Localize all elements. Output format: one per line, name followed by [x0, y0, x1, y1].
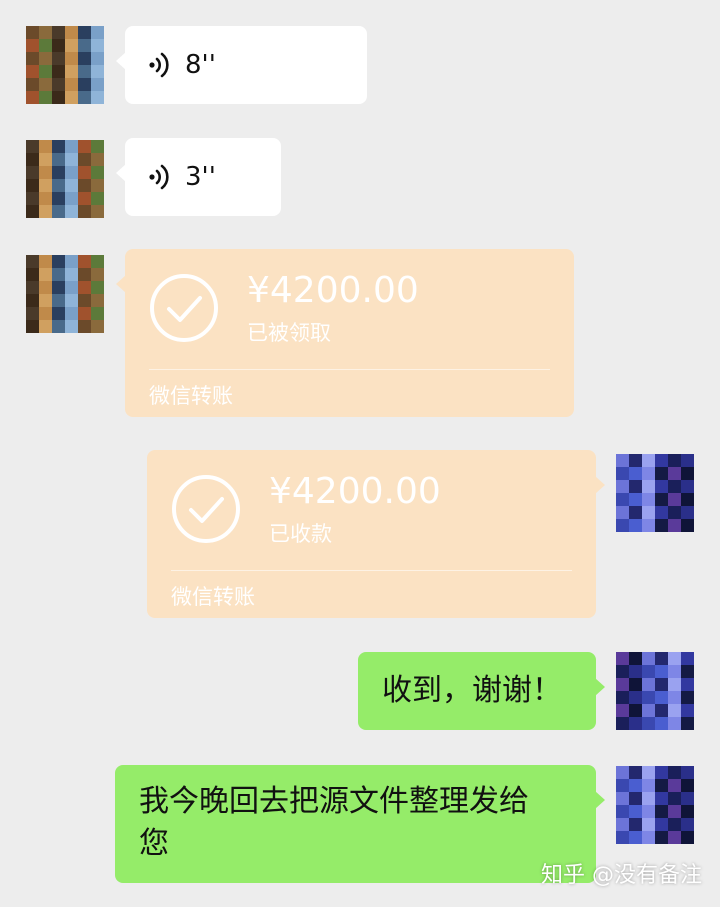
text-message[interactable]: 我今晚回去把源文件整理发给 您 — [115, 765, 605, 883]
contact-avatar[interactable] — [26, 140, 104, 218]
contact-avatar[interactable] — [26, 255, 104, 333]
transfer-label: 微信转账 — [149, 384, 233, 408]
text-message[interactable]: 收到，谢谢！ — [358, 652, 605, 730]
check-circle-icon — [150, 274, 218, 342]
divider — [149, 369, 550, 370]
transfer-status: 已被领取 — [247, 321, 331, 345]
self-avatar[interactable] — [616, 652, 694, 730]
message-text-line: 我今晚回去把源文件整理发给 — [139, 784, 529, 819]
self-avatar[interactable] — [616, 454, 694, 532]
transfer-label: 微信转账 — [171, 585, 255, 609]
transfer-card[interactable]: ¥4200.00 已被领取 微信转账 — [116, 249, 574, 417]
message-text-line: 您 — [139, 826, 169, 861]
transfer-amount: ¥4200.00 — [247, 270, 419, 311]
voice-duration: 3'' — [185, 162, 216, 192]
self-avatar[interactable] — [616, 766, 694, 844]
watermark: 知乎 @没有备注 — [541, 863, 702, 888]
voice-message[interactable]: 3'' — [116, 138, 281, 216]
check-circle-icon — [172, 475, 240, 543]
voice-duration: 8'' — [185, 50, 216, 80]
transfer-amount: ¥4200.00 — [269, 471, 441, 512]
contact-avatar[interactable] — [26, 26, 104, 104]
transfer-status: 已收款 — [269, 522, 332, 546]
transfer-card[interactable]: ¥4200.00 已收款 微信转账 — [147, 450, 605, 618]
divider — [171, 570, 572, 571]
voice-wave-icon — [149, 164, 169, 190]
voice-message[interactable]: 8'' — [116, 26, 367, 104]
voice-wave-icon — [149, 52, 169, 78]
message-text: 收到，谢谢！ — [382, 673, 562, 708]
